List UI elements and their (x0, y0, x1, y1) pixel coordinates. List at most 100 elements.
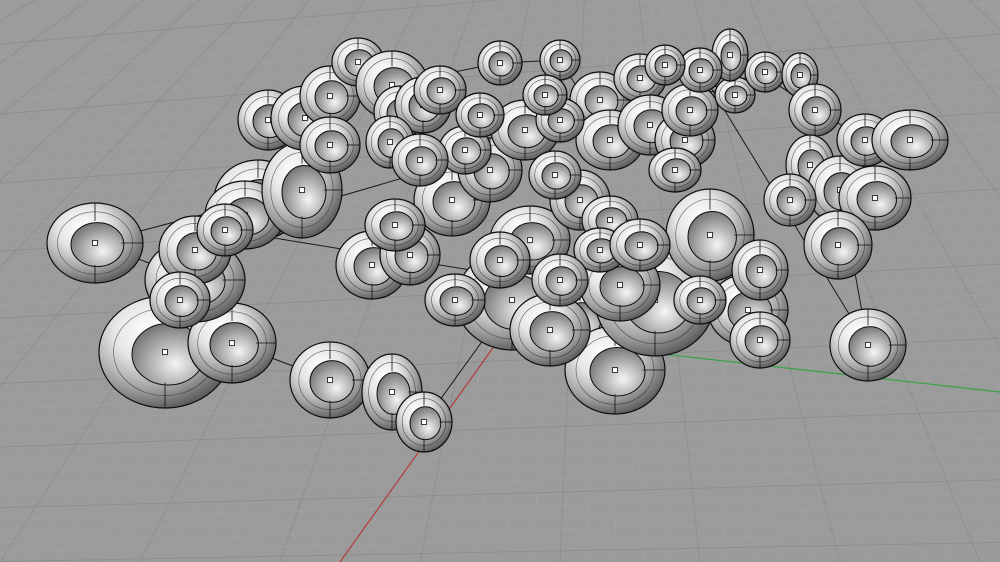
torus-center-point[interactable] (687, 107, 693, 113)
torus-object[interactable] (364, 198, 426, 252)
torus-object[interactable] (673, 275, 727, 325)
torus-object[interactable] (803, 210, 873, 280)
torus-object[interactable] (289, 341, 371, 419)
torus-center-point[interactable] (907, 137, 913, 143)
torus-center-point[interactable] (462, 147, 468, 153)
torus-object[interactable] (469, 231, 531, 289)
torus-center-point[interactable] (192, 247, 198, 253)
torus-center-point[interactable] (497, 60, 503, 66)
torus-center-point[interactable] (797, 72, 803, 78)
torus-center-point[interactable] (177, 297, 183, 303)
torus-center-point[interactable] (597, 97, 603, 103)
torus-object[interactable] (648, 147, 702, 193)
torus-center-point[interactable] (299, 187, 305, 193)
torus-center-point[interactable] (757, 337, 763, 343)
torus-center-point[interactable] (392, 222, 398, 228)
torus-center-point[interactable] (617, 282, 623, 288)
torus-center-point[interactable] (835, 242, 841, 248)
torus-object[interactable] (395, 391, 453, 453)
torus-object[interactable] (522, 74, 568, 116)
torus-center-point[interactable] (727, 52, 733, 58)
torus-center-point[interactable] (522, 127, 528, 133)
torus-center-point[interactable] (872, 195, 878, 201)
torus-object[interactable] (539, 39, 581, 81)
torus-center-point[interactable] (497, 257, 503, 263)
torus-center-point[interactable] (682, 137, 688, 143)
torus-center-point[interactable] (487, 167, 493, 173)
torus-center-point[interactable] (762, 69, 768, 75)
torus-object[interactable] (299, 116, 361, 174)
torus-object[interactable] (729, 311, 791, 369)
torus-object[interactable] (455, 92, 505, 138)
torus-center-point[interactable] (509, 297, 515, 303)
torus-object[interactable] (788, 83, 842, 137)
torus-center-point[interactable] (745, 307, 751, 313)
torus-center-point[interactable] (647, 122, 653, 128)
torus-object[interactable] (829, 308, 907, 382)
torus-center-point[interactable] (552, 172, 558, 178)
torus-center-point[interactable] (812, 107, 818, 113)
torus-center-point[interactable] (577, 197, 583, 203)
torus-center-point[interactable] (557, 117, 563, 123)
torus-center-point[interactable] (637, 75, 643, 81)
torus-center-point[interactable] (607, 137, 613, 143)
torus-center-point[interactable] (787, 197, 793, 203)
torus-center-point[interactable] (229, 340, 235, 346)
torus-center-point[interactable] (662, 62, 668, 68)
torus-center-point[interactable] (865, 342, 871, 348)
torus-object[interactable] (871, 109, 949, 171)
torus-center-point[interactable] (407, 252, 413, 258)
torus-center-point[interactable] (389, 389, 395, 395)
3d-perspective-viewport[interactable] (0, 0, 1000, 562)
torus-center-point[interactable] (327, 377, 333, 383)
torus-center-point[interactable] (697, 297, 703, 303)
torus-center-point[interactable] (437, 87, 443, 93)
torus-center-point[interactable] (162, 349, 168, 355)
torus-center-point[interactable] (732, 92, 738, 98)
torus-center-point[interactable] (607, 217, 613, 223)
torus-object[interactable] (477, 40, 523, 86)
torus-center-point[interactable] (697, 67, 703, 73)
torus-object[interactable] (644, 44, 686, 86)
torus-object[interactable] (196, 203, 254, 257)
torus-center-point[interactable] (265, 117, 271, 123)
torus-object[interactable] (46, 202, 144, 284)
torus-center-point[interactable] (222, 227, 228, 233)
torus-center-point[interactable] (807, 162, 813, 168)
torus-center-point[interactable] (369, 262, 375, 268)
torus-object[interactable] (609, 218, 671, 272)
torus-center-point[interactable] (92, 240, 98, 246)
torus-center-point[interactable] (449, 197, 455, 203)
viewport-scene[interactable] (0, 0, 1000, 562)
torus-center-point[interactable] (547, 327, 553, 333)
torus-center-point[interactable] (387, 139, 393, 145)
torus-center-point[interactable] (707, 232, 713, 238)
torus-center-point[interactable] (421, 419, 427, 425)
torus-object[interactable] (763, 173, 817, 227)
torus-object[interactable] (744, 51, 786, 93)
torus-center-point[interactable] (597, 247, 603, 253)
torus-center-point[interactable] (355, 59, 361, 65)
torus-center-point[interactable] (302, 115, 308, 121)
torus-center-point[interactable] (612, 367, 618, 373)
torus-center-point[interactable] (637, 242, 643, 248)
torus-center-point[interactable] (327, 142, 333, 148)
torus-center-point[interactable] (557, 57, 563, 63)
torus-center-point[interactable] (477, 112, 483, 118)
torus-center-point[interactable] (452, 297, 458, 303)
torus-center-point[interactable] (327, 93, 333, 99)
torus-center-point[interactable] (527, 237, 533, 243)
torus-object[interactable] (731, 239, 789, 301)
torus-object[interactable] (528, 150, 582, 200)
torus-center-point[interactable] (672, 167, 678, 173)
torus-center-point[interactable] (557, 277, 563, 283)
torus-object[interactable] (149, 271, 211, 329)
torus-object[interactable] (531, 253, 589, 307)
torus-object[interactable] (661, 83, 719, 137)
torus-center-point[interactable] (757, 267, 763, 273)
torus-center-point[interactable] (417, 157, 423, 163)
torus-object[interactable] (391, 133, 449, 187)
torus-center-point[interactable] (862, 137, 868, 143)
torus-center-point[interactable] (542, 92, 548, 98)
torus-object[interactable] (424, 273, 486, 327)
